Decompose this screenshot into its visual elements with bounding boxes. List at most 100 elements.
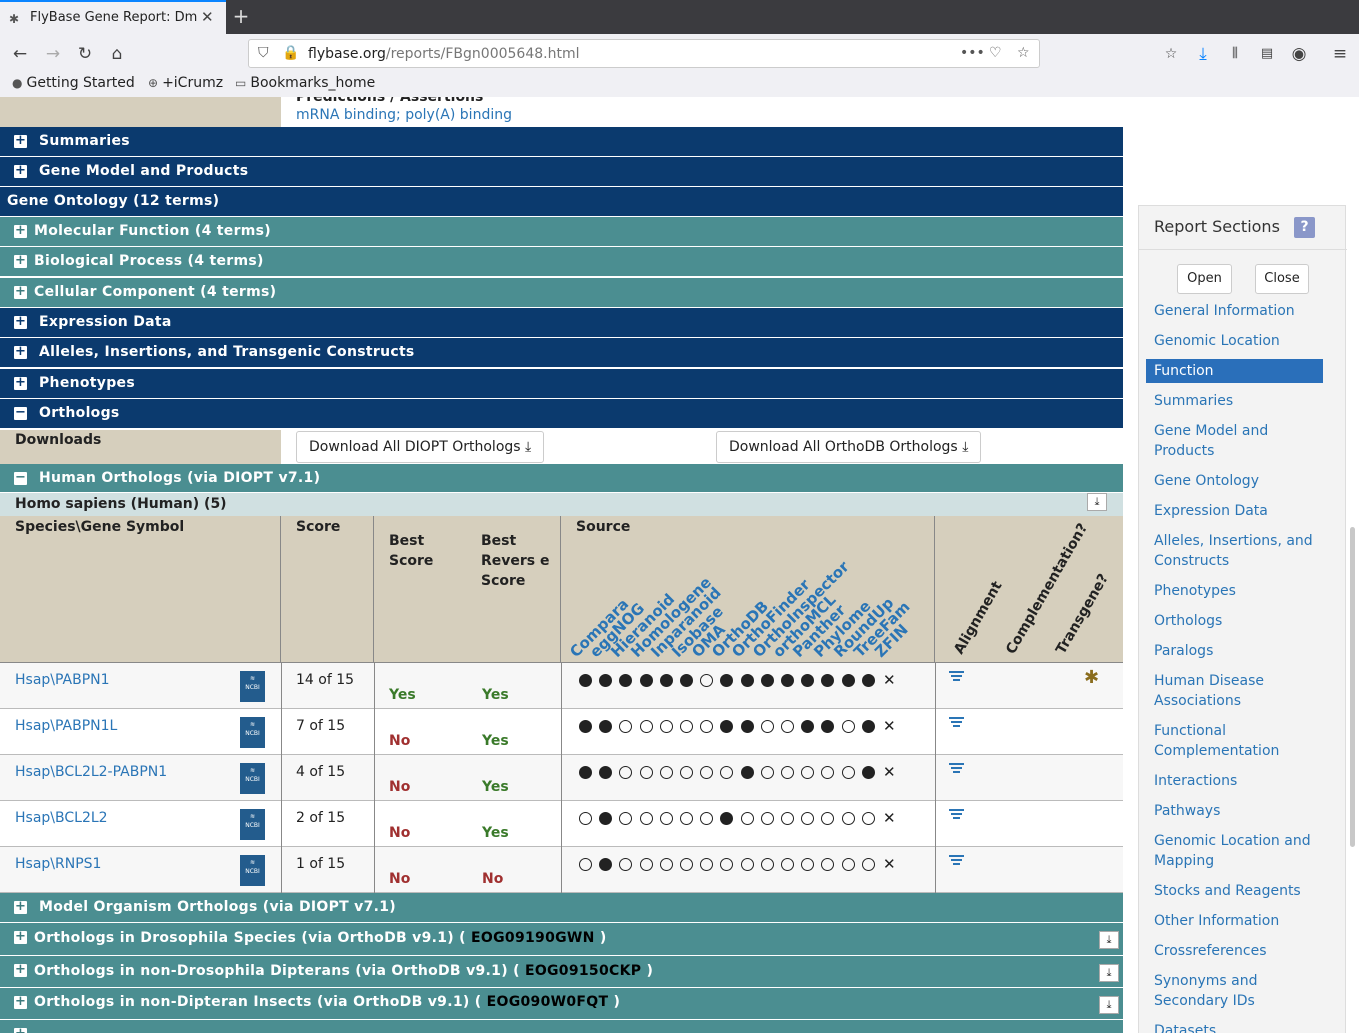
expand-icon[interactable]: + xyxy=(14,164,27,178)
section-cellular-component[interactable]: + Cellular Component (4 terms) xyxy=(0,278,1123,308)
pocket-icon[interactable]: ♡ xyxy=(989,45,1002,61)
scrollbar[interactable] xyxy=(1350,527,1355,847)
browser-tab[interactable]: ✱ FlyBase Gene Report: Dm ✕ xyxy=(0,0,226,34)
download-icon[interactable]: ⤓ xyxy=(1099,964,1119,982)
gene-symbol-link[interactable]: Hsap\PABPN1 xyxy=(15,672,110,688)
expand-icon[interactable]: + xyxy=(14,376,27,390)
predictions-links[interactable]: mRNA binding; poly(A) binding xyxy=(296,107,512,123)
expand-icon[interactable]: + xyxy=(14,1027,27,1033)
bookmark-folder-home[interactable]: ▭ Bookmarks_home xyxy=(235,75,375,91)
ncbi-icon[interactable]: ≋ NCBI xyxy=(240,809,265,840)
section-link[interactable]: Crossreferences xyxy=(1146,939,1323,963)
section-drosophila-orthologs[interactable]: + Orthologs in Drosophila Species (via Or… xyxy=(0,923,1123,956)
section-link[interactable]: Alleles, Insertions, and Constructs xyxy=(1146,529,1323,573)
section-non-drosophila-orthologs[interactable]: + Orthologs in non-Drosophila Dipterans (… xyxy=(0,956,1123,988)
insecure-lock-icon[interactable]: 🔒 xyxy=(282,45,299,61)
more-actions-icon[interactable]: ••• xyxy=(960,45,985,61)
section-model-orthologs[interactable]: + Model Organism Orthologs (via DIOPT v7.… xyxy=(0,893,1123,923)
help-icon[interactable]: ? xyxy=(1294,217,1315,238)
close-all-button[interactable]: Close xyxy=(1255,264,1309,294)
section-link[interactable]: Gene Ontology xyxy=(1146,469,1323,493)
shield-icon[interactable]: ⛉ xyxy=(258,45,269,61)
section-link[interactable]: Phenotypes xyxy=(1146,579,1323,603)
section-link[interactable]: Synonyms and Secondary IDs xyxy=(1146,969,1323,1013)
alignment-icon[interactable] xyxy=(949,855,964,867)
download-icon[interactable]: ⤓ xyxy=(1099,996,1119,1014)
expand-icon[interactable]: + xyxy=(14,345,27,359)
sidebar-toggle-icon[interactable]: ▤ xyxy=(1254,41,1280,67)
back-icon[interactable]: ← xyxy=(7,41,33,67)
alignment-icon[interactable] xyxy=(949,671,964,683)
transgene-fly-icon[interactable]: ✱ xyxy=(1084,667,1099,688)
section-link[interactable]: General Information xyxy=(1146,299,1323,323)
section-link[interactable]: Functional Complementation xyxy=(1146,719,1323,763)
section-link[interactable]: Summaries xyxy=(1146,389,1323,413)
section-link[interactable]: Stocks and Reagents xyxy=(1146,879,1323,903)
downloads-icon[interactable]: ⤓ xyxy=(1190,41,1216,67)
open-all-button[interactable]: Open xyxy=(1177,264,1232,294)
bookmark-star-icon[interactable]: ☆ xyxy=(1017,45,1030,61)
section-link[interactable]: Genomic Location xyxy=(1146,329,1323,353)
section-link[interactable]: Interactions xyxy=(1146,769,1323,793)
section-non-dipteran-orthologs[interactable]: + Orthologs in non-Dipteran Insects (via … xyxy=(0,988,1123,1020)
download-icon[interactable]: ⤓ xyxy=(1099,931,1119,949)
expand-icon[interactable]: + xyxy=(14,315,27,329)
bookmark-icrumz[interactable]: ⊕ +iCrumz xyxy=(148,75,223,91)
expand-icon[interactable]: + xyxy=(14,254,27,268)
close-tab-icon[interactable]: ✕ xyxy=(201,8,214,26)
section-link[interactable]: Expression Data xyxy=(1146,499,1323,523)
expand-icon[interactable]: + xyxy=(14,900,27,914)
ncbi-icon[interactable]: ≋ NCBI xyxy=(240,763,265,794)
expand-icon[interactable]: + xyxy=(14,930,27,944)
section-human-orthologs[interactable]: − Human Orthologs (via DIOPT v7.1) xyxy=(0,464,1123,493)
ncbi-icon[interactable]: ≋ NCBI xyxy=(240,717,265,748)
section-molecular-function[interactable]: + Molecular Function (4 terms) xyxy=(0,217,1123,247)
reload-icon[interactable]: ↻ xyxy=(72,41,98,67)
expand-icon[interactable]: + xyxy=(14,285,27,299)
gene-symbol-link[interactable]: Hsap\BCL2L2-PABPN1 xyxy=(15,764,167,780)
section-gene-model[interactable]: + Gene Model and Products xyxy=(0,157,1123,187)
url-bar[interactable]: ⛉ 🔒 flybase.org/reports/FBgn0005648.html… xyxy=(248,39,1040,68)
alignment-icon[interactable] xyxy=(949,809,964,821)
section-phenotypes[interactable]: + Phenotypes xyxy=(0,369,1123,399)
ncbi-icon[interactable]: ≋ NCBI xyxy=(240,855,265,886)
section-link[interactable]: Genomic Location and Mapping xyxy=(1146,829,1323,873)
section-link[interactable]: Pathways xyxy=(1146,799,1323,823)
expand-icon[interactable]: + xyxy=(14,995,27,1009)
expand-icon[interactable]: + xyxy=(14,963,27,977)
section-biological-process[interactable]: + Biological Process (4 terms) xyxy=(0,247,1123,277)
gene-symbol-link[interactable]: Hsap\RNPS1 xyxy=(15,856,101,872)
gene-symbol-link[interactable]: Hsap\PABPN1L xyxy=(15,718,117,734)
library-icon[interactable]: ⫼ xyxy=(1222,41,1248,67)
download-icon[interactable]: ⤓ xyxy=(1087,493,1107,511)
gene-symbol-link[interactable]: Hsap\BCL2L2 xyxy=(15,810,108,826)
section-alleles[interactable]: + Alleles, Insertions, and Transgenic Con… xyxy=(0,338,1123,368)
download-orthodb-button[interactable]: Download All OrthoDB Orthologs ⤓ xyxy=(716,431,982,463)
section-link[interactable]: Datasets xyxy=(1146,1019,1323,1033)
new-tab-icon[interactable]: + xyxy=(230,4,252,28)
expand-icon[interactable]: + xyxy=(14,224,27,238)
collapse-icon[interactable]: − xyxy=(14,471,27,485)
section-link[interactable]: Other Information xyxy=(1146,909,1323,933)
alignment-icon[interactable] xyxy=(949,763,964,775)
home-icon[interactable]: ⌂ xyxy=(104,41,130,67)
section-summaries[interactable]: + Summaries xyxy=(0,127,1123,157)
section-orthologs[interactable]: − Orthologs xyxy=(0,399,1123,429)
collapse-icon[interactable]: − xyxy=(14,406,27,420)
bookmarks-star-icon[interactable]: ☆ xyxy=(1158,41,1184,67)
expand-icon[interactable]: + xyxy=(14,134,27,148)
bookmark-getting-started[interactable]: ● Getting Started xyxy=(12,75,135,91)
download-diopt-button[interactable]: Download All DIOPT Orthologs ⤓ xyxy=(296,431,545,463)
ncbi-icon[interactable]: ≋ NCBI xyxy=(240,671,265,702)
forward-icon[interactable]: → xyxy=(40,41,66,67)
section-link[interactable]: Gene Model and Products xyxy=(1146,419,1323,463)
section-link[interactable]: Human Disease Associations xyxy=(1146,669,1323,713)
menu-icon[interactable]: ≡ xyxy=(1327,41,1353,67)
section-link[interactable]: Paralogs xyxy=(1146,639,1323,663)
section-more-orthologs[interactable]: + xyxy=(0,1020,1123,1033)
section-link[interactable]: Orthologs xyxy=(1146,609,1323,633)
alignment-icon[interactable] xyxy=(949,717,964,729)
section-expression[interactable]: + Expression Data xyxy=(0,308,1123,338)
account-icon[interactable]: ◉ xyxy=(1286,41,1312,67)
section-link[interactable]: Function xyxy=(1146,359,1323,383)
